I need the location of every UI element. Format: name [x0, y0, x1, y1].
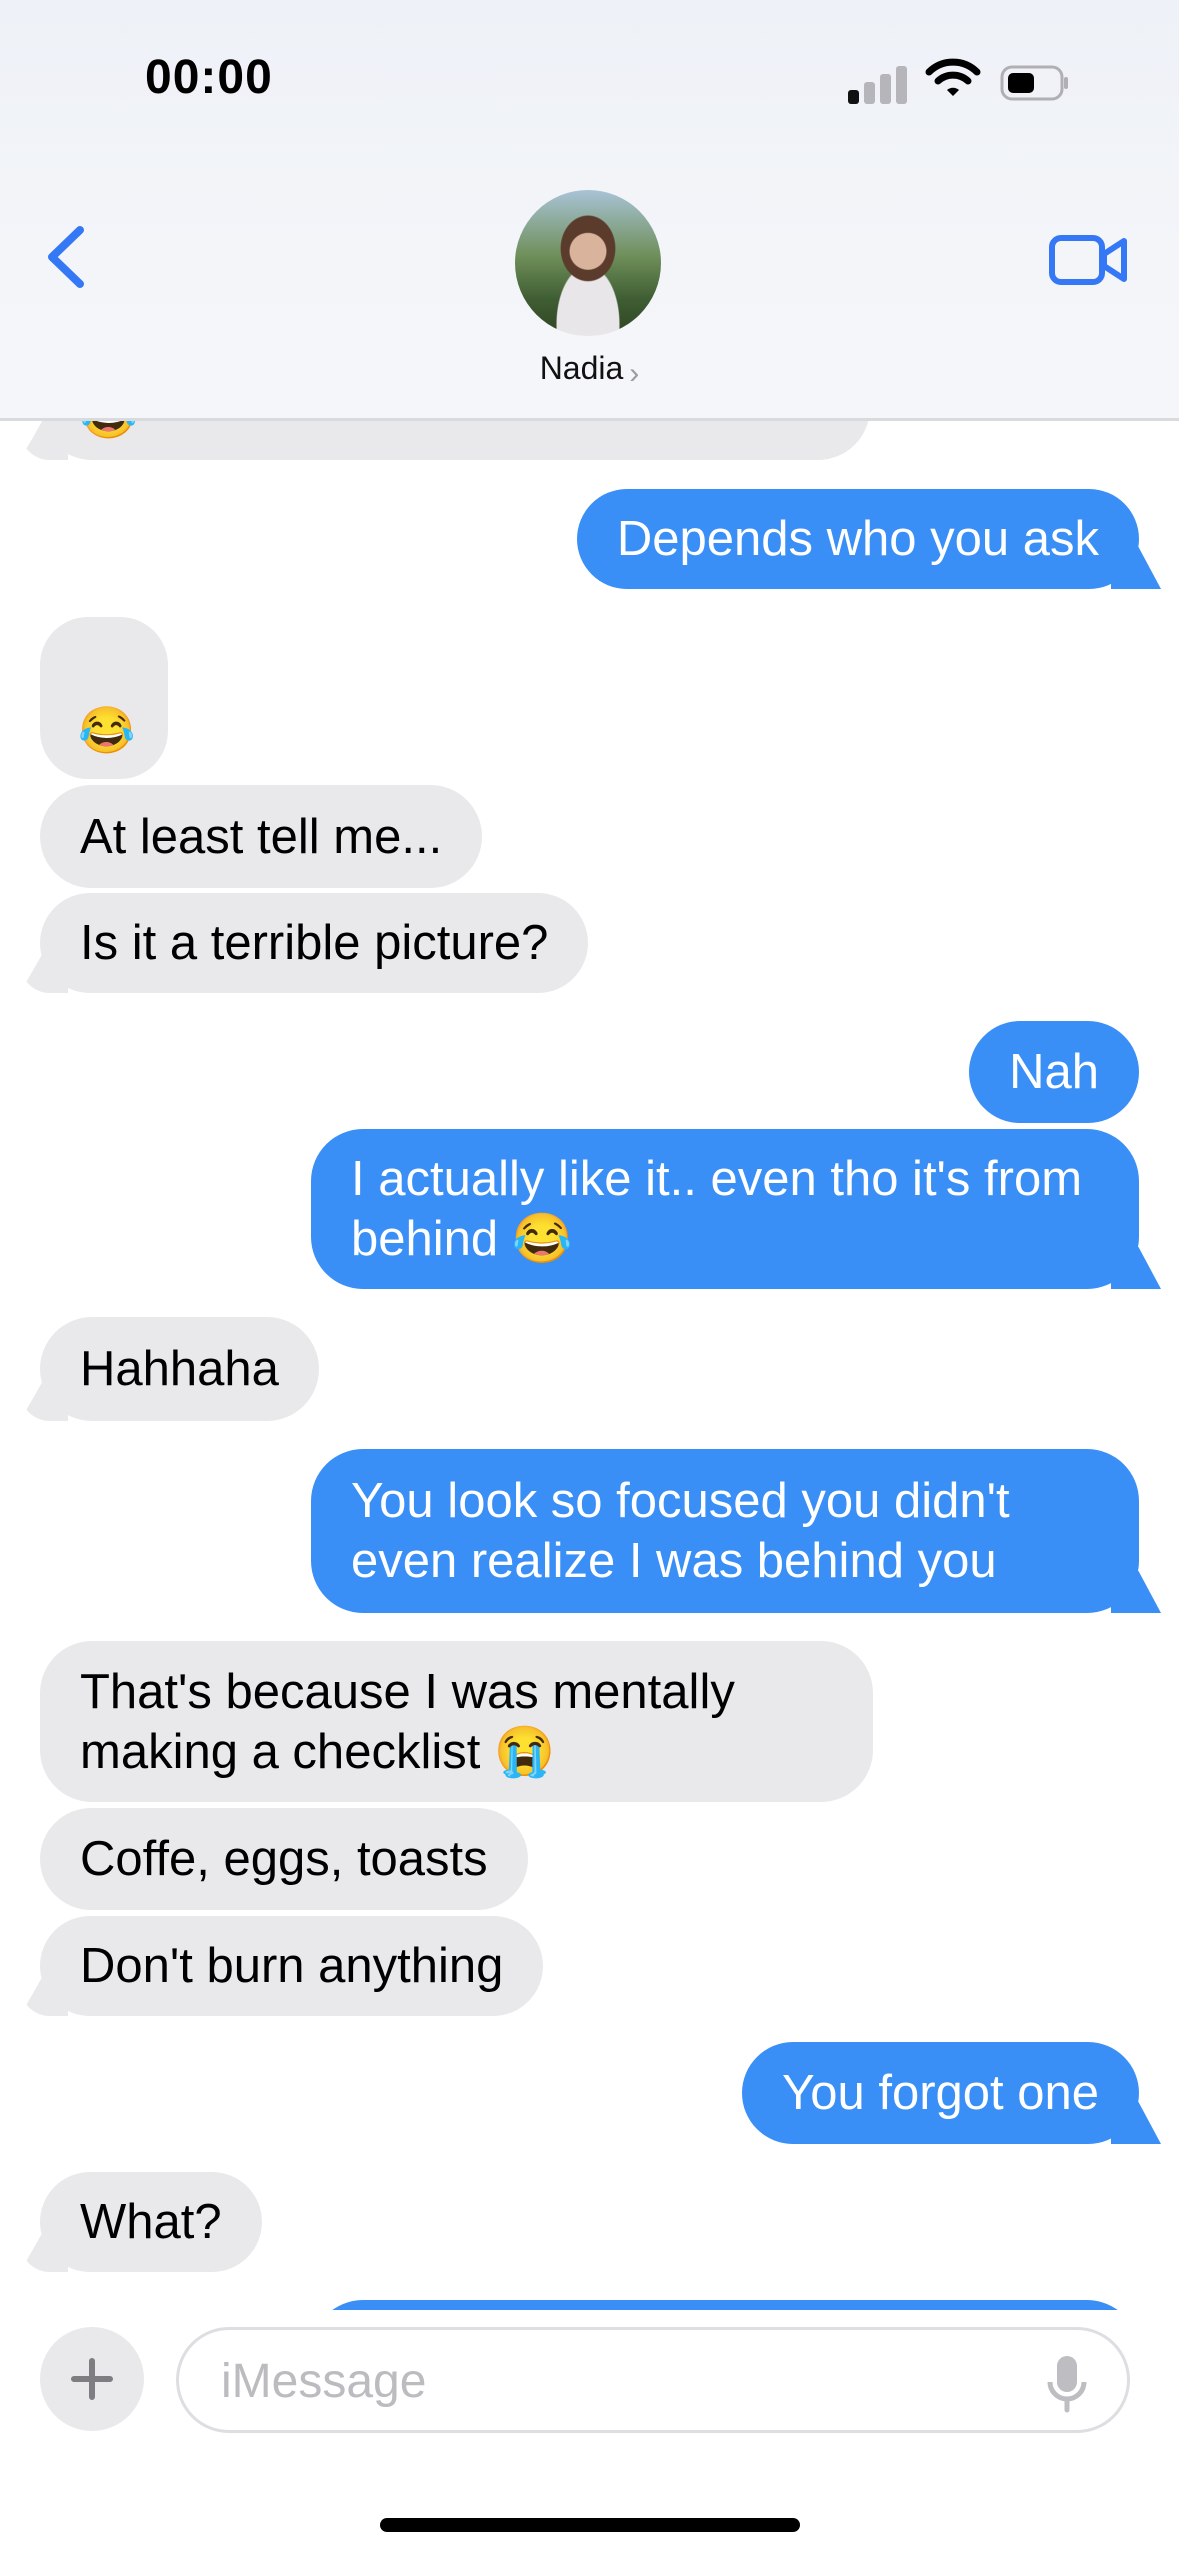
message-text: You forgot one — [782, 2066, 1099, 2120]
back-chevron-icon[interactable] — [38, 222, 98, 292]
message-text: 😂 — [78, 704, 136, 756]
contact-name: Nadia — [539, 350, 624, 386]
message-bubble-outgoing[interactable] — [311, 2300, 1139, 2310]
message-bubble-incoming[interactable]: Is it a terrible picture? — [40, 893, 589, 993]
message-input[interactable]: iMessage — [176, 2327, 1130, 2433]
message-bubble-incoming[interactable]: What? — [40, 2172, 262, 2272]
message-bubble-incoming[interactable]: Don't burn anything — [40, 1916, 544, 2016]
contact-name-button[interactable]: Nadia › — [0, 350, 1179, 391]
home-indicator — [380, 2518, 800, 2532]
message-bubble-outgoing[interactable]: You forgot one — [742, 2042, 1139, 2144]
microphone-icon[interactable] — [1047, 2354, 1087, 2414]
message-bubble-outgoing[interactable]: I actually like it.. even tho it's from … — [311, 1129, 1139, 1289]
plus-icon — [71, 2358, 113, 2400]
message-text: I actually like it.. even tho it's from … — [351, 1152, 1083, 1266]
message-text: At least tell me... — [80, 809, 443, 864]
message-bubble-outgoing[interactable]: Nah — [969, 1021, 1139, 1123]
message-placeholder: iMessage — [221, 2355, 427, 2408]
chevron-right-icon: › — [629, 357, 640, 390]
message-text: That's because I was mentally making a c… — [80, 1664, 735, 1779]
message-text: Is it a terrible picture? — [80, 916, 549, 970]
message-bubble-outgoing[interactable]: You look so focused you didn't even real… — [311, 1449, 1139, 1613]
plus-button[interactable] — [40, 2327, 144, 2431]
cellular-signal-icon — [848, 62, 908, 104]
message-text: Nah — [1009, 1045, 1099, 1099]
message-text: You look so focused you didn't even real… — [351, 1474, 1010, 1588]
wifi-icon — [925, 58, 981, 96]
status-time: 00:00 — [145, 51, 273, 104]
message-bubble-incoming[interactable]: Hahhaha — [40, 1317, 319, 1421]
conversation-header: 00:00 Nadia › — [0, 0, 1179, 421]
composer-bar: iMessage — [0, 2310, 1179, 2556]
contact-avatar[interactable] — [515, 190, 661, 336]
message-bubble-incoming[interactable]: 😂 — [40, 617, 168, 779]
message-text: Coffe, eggs, toasts — [80, 1832, 488, 1886]
message-bubble-incoming[interactable]: Coffe, eggs, toasts — [40, 1808, 528, 1910]
message-text: Don't burn anything — [80, 1939, 504, 1993]
message-bubble-outgoing[interactable]: Depends who you ask — [576, 489, 1139, 589]
battery-icon — [1000, 65, 1068, 101]
message-text: Hahhaha — [80, 1342, 279, 1396]
video-camera-icon[interactable] — [1048, 232, 1128, 288]
message-bubble-incoming[interactable]: At least tell me... — [40, 785, 483, 888]
message-bubble-incoming[interactable]: That's because I was mentally making a c… — [40, 1641, 873, 1802]
message-text: Depends who you ask — [616, 512, 1099, 566]
message-text: What? — [80, 2195, 222, 2249]
